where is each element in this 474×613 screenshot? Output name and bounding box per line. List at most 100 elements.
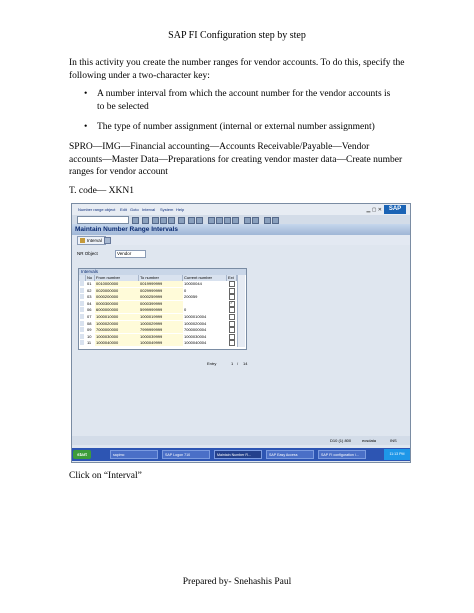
external-checkbox[interactable] bbox=[229, 314, 235, 320]
cell-from-number[interactable]: 1000020000 bbox=[96, 321, 118, 327]
exit-icon[interactable] bbox=[160, 217, 167, 224]
cell-from-number[interactable]: 0020000000 bbox=[96, 288, 118, 294]
menu-item-interval[interactable]: Interval bbox=[142, 207, 155, 212]
find-icon[interactable] bbox=[188, 217, 195, 224]
external-checkbox[interactable] bbox=[229, 287, 235, 294]
external-checkbox[interactable] bbox=[229, 300, 235, 307]
cell-to-number[interactable]: 0019999999 bbox=[140, 281, 162, 287]
taskbar-item[interactable]: SAP FI configuration i... bbox=[318, 450, 366, 459]
menu-bar: Number range object Edit Goto Interval S… bbox=[72, 204, 410, 215]
table-row[interactable]: 10 1000030000 1000039999 1000030004 bbox=[79, 333, 246, 340]
table-row[interactable]: 04 0000300000 0000399999 bbox=[79, 300, 246, 307]
table-row[interactable]: 02 0020000000 0029999999 0 bbox=[79, 287, 246, 294]
menu-item-help[interactable]: Help bbox=[176, 207, 184, 212]
cell-to-number[interactable]: 1000039999 bbox=[140, 334, 162, 340]
cell-from-number[interactable]: 0000200000 bbox=[96, 294, 118, 300]
first-page-icon[interactable] bbox=[208, 217, 215, 224]
taskbar-item[interactable]: sapimc bbox=[110, 450, 158, 459]
cell-from-number[interactable]: 1000030000 bbox=[96, 334, 118, 340]
cell-no: 07 bbox=[87, 314, 92, 319]
cell-from-number[interactable]: 1000040000 bbox=[96, 340, 118, 346]
table-row[interactable]: 11 1000040000 1000049999 1000040004 bbox=[79, 340, 246, 347]
external-checkbox[interactable] bbox=[229, 327, 235, 334]
cell-to-number[interactable]: 1000029999 bbox=[140, 321, 162, 327]
find-next-icon[interactable] bbox=[196, 217, 203, 224]
cell-no: 11 bbox=[87, 340, 92, 346]
taskbar-item-active[interactable]: Maintain Number R... bbox=[214, 450, 262, 459]
cell-to-number[interactable]: 0000399999 bbox=[140, 301, 162, 307]
bullet-icon: • bbox=[84, 89, 88, 99]
menu-item-system[interactable]: System bbox=[160, 207, 173, 212]
status-bar: D10 (1) 800 ecsdata INS bbox=[72, 436, 410, 445]
cell-current-number: 1000040004 bbox=[184, 340, 207, 346]
cell-no: 04 bbox=[87, 300, 92, 306]
row-selector[interactable] bbox=[80, 333, 84, 339]
cancel-icon[interactable] bbox=[168, 217, 175, 224]
cell-to-number[interactable]: 0000259999 bbox=[140, 294, 162, 300]
menu-item-edit[interactable]: Edit bbox=[120, 207, 127, 212]
enter-icon[interactable] bbox=[132, 217, 139, 224]
row-selector[interactable] bbox=[80, 294, 84, 300]
cell-to-number[interactable]: 5999999999 bbox=[140, 307, 162, 313]
external-checkbox[interactable] bbox=[229, 281, 235, 287]
back-icon[interactable] bbox=[152, 217, 159, 224]
row-selector[interactable] bbox=[80, 340, 84, 346]
interval-button[interactable]: Interval bbox=[77, 236, 106, 245]
overview-icon[interactable] bbox=[104, 237, 111, 244]
print-icon[interactable] bbox=[178, 217, 185, 224]
cell-from-number[interactable]: 7000000000 bbox=[96, 327, 118, 333]
cell-to-number[interactable]: 1000019999 bbox=[140, 314, 162, 320]
bullet-icon: • bbox=[84, 122, 88, 132]
cell-to-number[interactable]: 1000049999 bbox=[140, 340, 162, 346]
external-checkbox[interactable] bbox=[229, 333, 235, 340]
cell-from-number[interactable]: 1000010000 bbox=[96, 314, 118, 320]
command-field[interactable] bbox=[77, 216, 129, 224]
previous-page-icon[interactable] bbox=[216, 217, 223, 224]
help-icon[interactable] bbox=[264, 217, 271, 224]
cell-to-number[interactable]: 0029999999 bbox=[140, 288, 162, 294]
row-selector[interactable] bbox=[80, 287, 84, 293]
cell-from-number[interactable]: 0010000000 bbox=[96, 281, 118, 287]
external-checkbox[interactable] bbox=[229, 340, 235, 347]
table-row[interactable]: 03 0000200000 0000259999 200059 bbox=[79, 294, 246, 301]
table-row[interactable]: 07 1000010000 1000019999 1000010004 bbox=[79, 314, 246, 320]
window-controls-icon[interactable]: ▁ ▢ ✕ bbox=[366, 207, 382, 213]
external-checkbox[interactable] bbox=[229, 307, 235, 314]
new-session-icon[interactable] bbox=[244, 217, 251, 224]
sap-logo: SAP bbox=[384, 205, 406, 214]
menu-item-number-range-object[interactable]: Number range object bbox=[78, 207, 115, 212]
row-selector[interactable] bbox=[80, 307, 84, 313]
application-toolbar: Interval bbox=[72, 235, 410, 245]
row-selector[interactable] bbox=[80, 314, 84, 319]
cell-to-number[interactable]: 7999999999 bbox=[140, 327, 162, 333]
taskbar-item[interactable]: SAP Easy Access bbox=[266, 450, 314, 459]
table-row[interactable]: 01 0010000000 0019999999 10000044 bbox=[79, 281, 246, 287]
table-row[interactable]: 08 1000020000 1000029999 1000020004 bbox=[79, 320, 246, 327]
cell-current-number: 1000020004 bbox=[184, 320, 207, 326]
taskbar-item[interactable]: SAP Logon 710 bbox=[162, 450, 210, 459]
cell-from-number[interactable]: 0000300000 bbox=[96, 301, 118, 307]
bullet-text: The type of number assignment (internal … bbox=[97, 122, 375, 132]
table-row[interactable]: 09 7000000000 7999999999 7000000004 bbox=[79, 327, 246, 334]
cell-no: 06 bbox=[87, 307, 92, 313]
cell-from-number[interactable]: 6000000000 bbox=[96, 307, 118, 313]
cell-current-number: 0 bbox=[184, 287, 187, 293]
start-button[interactable]: start bbox=[73, 450, 91, 459]
row-selector[interactable] bbox=[80, 320, 84, 326]
cell-current-number: 7000000004 bbox=[184, 327, 207, 333]
document-footer: Prepared by- Snehashis Paul bbox=[182, 577, 292, 587]
external-checkbox[interactable] bbox=[229, 320, 235, 327]
menu-item-goto[interactable]: Goto bbox=[130, 207, 139, 212]
row-selector[interactable] bbox=[80, 300, 84, 306]
cell-no: 08 bbox=[87, 320, 92, 326]
last-page-icon[interactable] bbox=[232, 217, 239, 224]
shortcut-icon[interactable] bbox=[252, 217, 259, 224]
row-selector[interactable] bbox=[80, 327, 84, 333]
row-selector[interactable] bbox=[80, 281, 84, 286]
table-scrollbar[interactable] bbox=[237, 275, 245, 347]
nr-object-label: NR Object bbox=[77, 251, 98, 256]
next-page-icon[interactable] bbox=[224, 217, 231, 224]
save-icon[interactable] bbox=[142, 217, 149, 224]
table-row[interactable]: 06 6000000000 5999999999 0 bbox=[79, 307, 246, 314]
layout-icon[interactable] bbox=[272, 217, 279, 224]
